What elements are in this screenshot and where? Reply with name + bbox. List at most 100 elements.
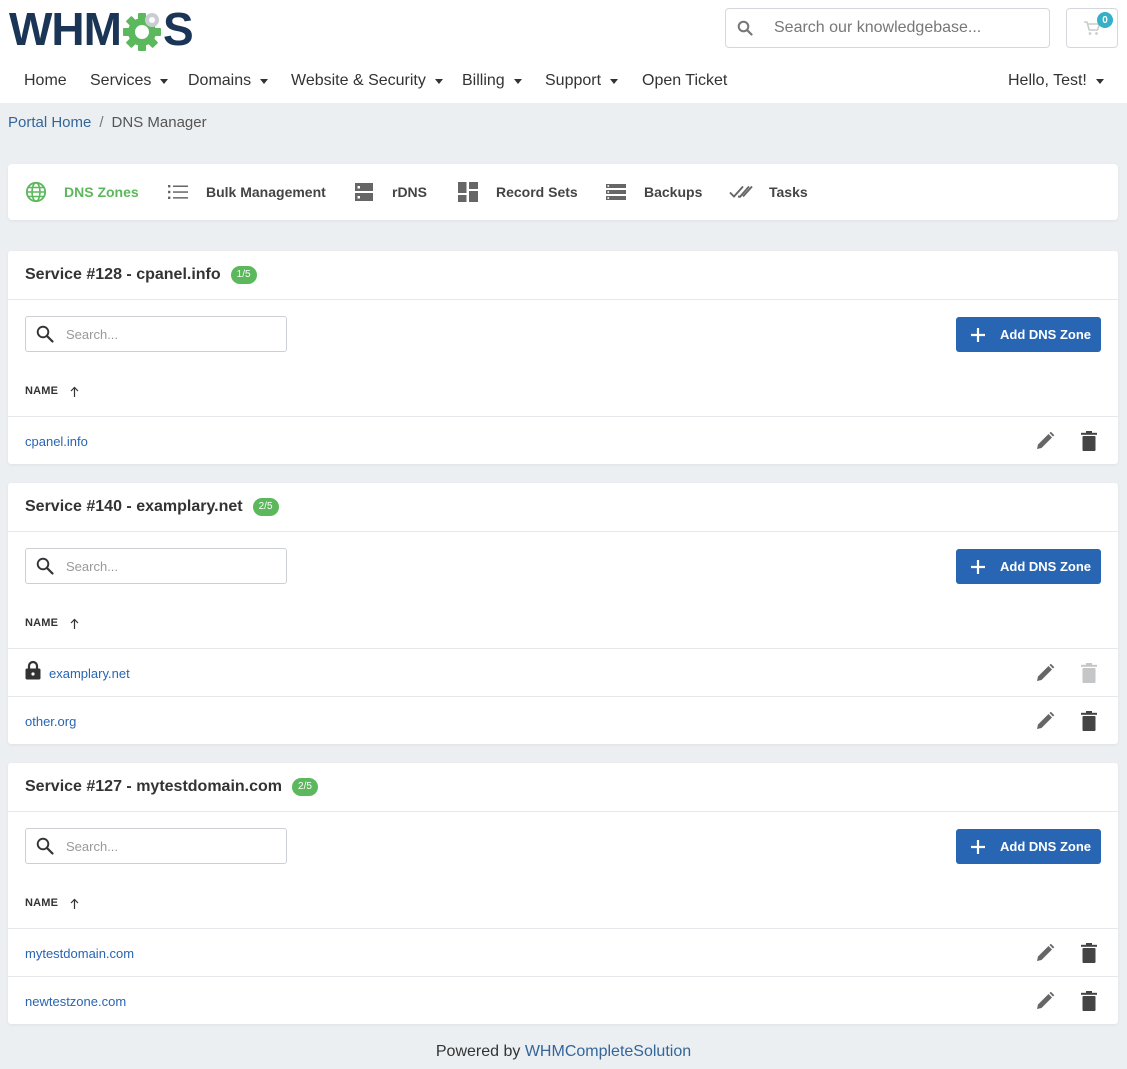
- column-header-name[interactable]: NAME: [25, 385, 79, 397]
- tab-record-sets[interactable]: Record Sets: [456, 180, 578, 204]
- chevron-down-icon: [610, 78, 619, 84]
- zone-search[interactable]: [25, 316, 287, 352]
- zone-search[interactable]: [25, 548, 287, 584]
- zone-link[interactable]: cpanel.info: [25, 417, 88, 465]
- tab-label: Bulk Management: [206, 184, 326, 200]
- whmcs-logo[interactable]: WHM S: [9, 3, 194, 55]
- nav-domains[interactable]: Domains: [188, 72, 269, 90]
- nav-label: Website & Security: [291, 72, 426, 89]
- plus-icon: [971, 839, 985, 854]
- edit-icon[interactable]: [1033, 429, 1057, 453]
- tab-dns-zones[interactable]: DNS Zones: [24, 180, 139, 204]
- lock-icon: [25, 660, 41, 680]
- trash-icon[interactable]: [1077, 941, 1101, 965]
- main-nav: Home Services Domains Website & Security…: [0, 62, 1127, 103]
- search-icon: [28, 549, 62, 583]
- column-header-name[interactable]: NAME: [25, 897, 79, 909]
- knowledgebase-search[interactable]: [725, 8, 1050, 48]
- zone-search-input[interactable]: [66, 558, 266, 574]
- zone-count-badge: 2/5: [252, 498, 279, 516]
- search-icon: [28, 829, 62, 863]
- nav-label: Support: [545, 72, 602, 89]
- zone-cell: examplary.net: [25, 649, 130, 697]
- service-title: Service #127 - mytestdomain.com: [25, 778, 283, 795]
- zone-search[interactable]: [25, 828, 287, 864]
- server-icon: [352, 180, 376, 204]
- nav-billing[interactable]: Billing: [462, 72, 522, 90]
- edit-icon[interactable]: [1033, 941, 1057, 965]
- zone-link[interactable]: other.org: [25, 697, 76, 745]
- zone-link[interactable]: newtestzone.com: [25, 977, 126, 1025]
- nav-label: Services: [90, 72, 152, 89]
- zone-row: examplary.net: [8, 648, 1118, 696]
- column-header-name[interactable]: NAME: [25, 617, 79, 629]
- zone-search-input[interactable]: [66, 326, 266, 342]
- tab-label: Backups: [644, 184, 703, 200]
- dns-manager-tabs: DNS Zones Bulk Management rDNS Record Se…: [8, 164, 1118, 220]
- nav-label: Home: [24, 72, 67, 89]
- nav-user-menu[interactable]: Hello, Test!: [1008, 72, 1104, 90]
- nav-label: Domains: [188, 72, 252, 89]
- site-header: WHM S Search our knowledgebase... 0 Home…: [0, 0, 1127, 103]
- service-panel: Service #140 - examplary.net 2/5 Add DNS…: [8, 483, 1118, 744]
- tab-backups[interactable]: Backups: [604, 180, 702, 204]
- add-dns-zone-button[interactable]: Add DNS Zone: [956, 317, 1101, 352]
- chevron-down-icon: [1095, 78, 1104, 84]
- trash-icon[interactable]: [1077, 709, 1101, 733]
- column-label: NAME: [25, 385, 59, 397]
- footer-link[interactable]: WHMCompleteSolution: [525, 1043, 691, 1060]
- nav-home[interactable]: Home: [24, 72, 67, 90]
- trash-icon[interactable]: [1077, 989, 1101, 1013]
- zone-link[interactable]: mytestdomain.com: [25, 929, 134, 977]
- plus-icon: [971, 327, 985, 342]
- add-dns-zone-button[interactable]: Add DNS Zone: [956, 829, 1101, 864]
- edit-icon[interactable]: [1033, 661, 1057, 685]
- nav-services[interactable]: Services: [90, 72, 169, 90]
- zone-row: mytestdomain.com: [8, 928, 1118, 976]
- list-icon: [166, 180, 190, 204]
- chevron-down-icon: [434, 78, 443, 84]
- tab-tasks[interactable]: Tasks: [729, 180, 808, 204]
- service-title: Service #128 - cpanel.info: [25, 266, 221, 283]
- nav-label: Billing: [462, 72, 505, 89]
- logo-text-left: WHM: [9, 3, 122, 55]
- footer: Powered by WHMCompleteSolution: [0, 1043, 1127, 1061]
- service-panel: Service #128 - cpanel.info 1/5 Add DNS Z…: [8, 251, 1118, 464]
- nav-open-ticket[interactable]: Open Ticket: [642, 72, 727, 90]
- add-dns-zone-label: Add DNS Zone: [1000, 559, 1091, 574]
- globe-icon: [24, 180, 48, 204]
- chevron-down-icon: [260, 78, 269, 84]
- zone-row: cpanel.info: [8, 416, 1118, 464]
- zone-search-input[interactable]: [66, 838, 266, 854]
- chevron-down-icon: [160, 78, 169, 84]
- arrow-up-icon: [70, 618, 79, 629]
- add-dns-zone-label: Add DNS Zone: [1000, 839, 1091, 854]
- gear-logo-icon: [122, 13, 161, 51]
- column-label: NAME: [25, 897, 59, 909]
- storage-icon: [604, 180, 628, 204]
- service-panel-header: Service #140 - examplary.net 2/5: [8, 483, 1118, 532]
- service-panel: Service #127 - mytestdomain.com 2/5 Add …: [8, 763, 1118, 1024]
- tab-bulk-management[interactable]: Bulk Management: [166, 180, 326, 204]
- arrow-up-icon: [70, 898, 79, 909]
- column-label: NAME: [25, 617, 59, 629]
- nav-support[interactable]: Support: [545, 72, 619, 90]
- edit-icon[interactable]: [1033, 989, 1057, 1013]
- dashboard-icon: [456, 180, 480, 204]
- tab-label: Tasks: [769, 184, 808, 200]
- zone-row: newtestzone.com: [8, 976, 1118, 1024]
- nav-website-security[interactable]: Website & Security: [291, 72, 443, 90]
- tab-label: rDNS: [392, 184, 428, 200]
- trash-icon[interactable]: [1077, 429, 1101, 453]
- breadcrumb-current: DNS Manager: [111, 114, 207, 131]
- tab-rdns[interactable]: rDNS: [352, 180, 427, 204]
- double-check-icon: [729, 180, 753, 204]
- service-panel-header: Service #127 - mytestdomain.com 2/5: [8, 763, 1118, 812]
- zone-count-badge: 1/5: [230, 266, 257, 284]
- edit-icon[interactable]: [1033, 709, 1057, 733]
- cart-button[interactable]: 0: [1066, 8, 1118, 48]
- zone-link[interactable]: examplary.net: [49, 666, 130, 681]
- breadcrumb-home-link[interactable]: Portal Home: [8, 114, 91, 131]
- knowledgebase-search-input[interactable]: [774, 19, 1044, 37]
- add-dns-zone-button[interactable]: Add DNS Zone: [956, 549, 1101, 584]
